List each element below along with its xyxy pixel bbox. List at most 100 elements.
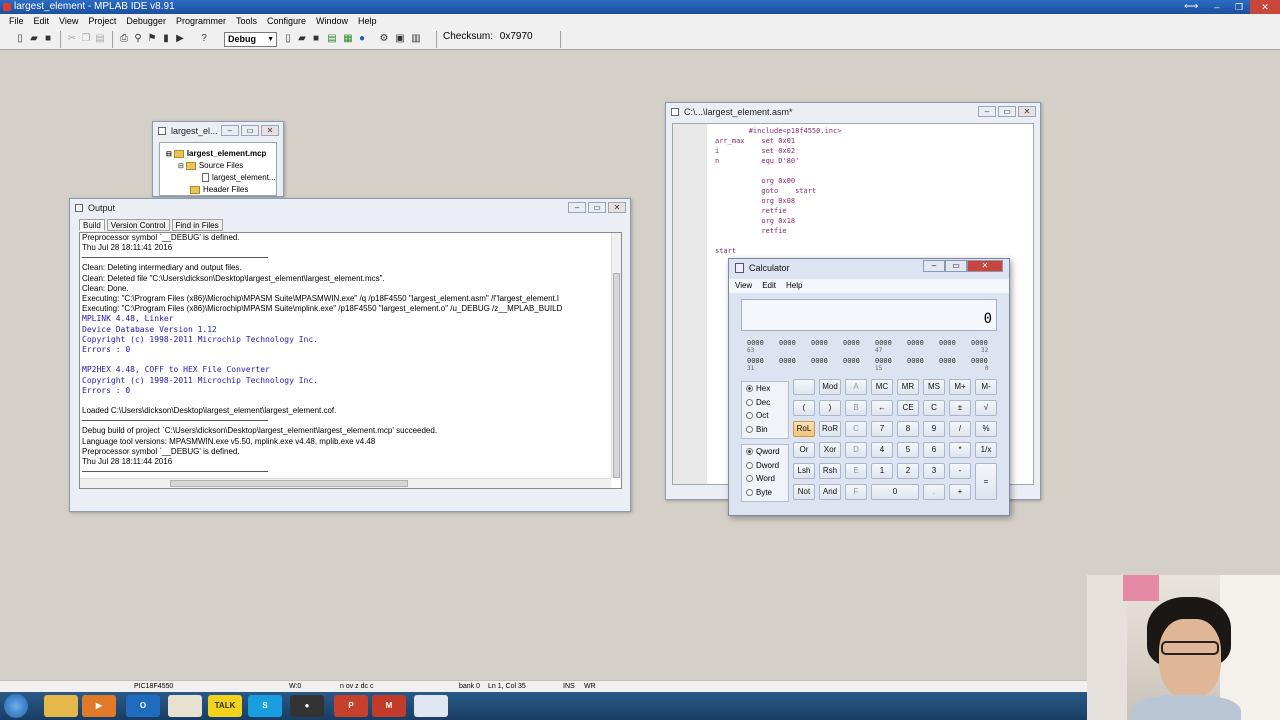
calc-key-symbol[interactable]: / — [949, 421, 971, 437]
help-icon[interactable]: ? — [198, 33, 210, 45]
calc-key-symbol[interactable]: - — [949, 463, 971, 479]
calc-key-MS[interactable]: MS — [923, 379, 945, 395]
word-radio-word[interactable]: Word — [742, 472, 788, 486]
build-config-select[interactable]: Debug ▼ — [224, 32, 277, 47]
calc-key-A[interactable]: A — [845, 379, 867, 395]
close-button[interactable]: ✕ — [967, 260, 1003, 272]
close-button[interactable]: ✕ — [608, 202, 626, 213]
media-player-icon[interactable]: ▶ — [82, 695, 116, 717]
menu-project[interactable]: Project — [83, 14, 121, 29]
menu-tools[interactable]: Tools — [231, 14, 262, 29]
calc-key-M[interactable]: M- — [975, 379, 997, 395]
calc-menu-view[interactable]: View — [735, 279, 752, 293]
output-window-titlebar[interactable]: Output — [70, 199, 630, 217]
base-radio-dec[interactable]: Dec — [742, 396, 788, 410]
calc-key-symbol[interactable]: ← — [871, 400, 893, 416]
calc-key-4[interactable]: 4 — [871, 442, 893, 458]
close-button[interactable]: ✕ — [261, 125, 279, 136]
scroll-thumb[interactable] — [170, 480, 408, 487]
outlook-icon[interactable]: O — [126, 695, 160, 717]
tab-find-in-files[interactable]: Find in Files — [171, 219, 223, 231]
new-project-icon[interactable]: ▯ — [282, 33, 294, 45]
calc-key-symbol[interactable]: = — [975, 463, 997, 500]
info-icon[interactable]: ● — [356, 33, 368, 45]
calc-key-M[interactable]: M+ — [949, 379, 971, 395]
vertical-scrollbar[interactable] — [611, 233, 621, 478]
calc-key-C[interactable]: C — [923, 400, 945, 416]
calc-key-symbol[interactable]: + — [949, 484, 971, 500]
calc-key-8[interactable]: 8 — [897, 421, 919, 437]
notepad-icon[interactable] — [414, 695, 448, 717]
start-button[interactable] — [4, 694, 28, 718]
menu-file[interactable]: File — [4, 14, 29, 29]
powerpoint-icon[interactable]: P — [334, 695, 368, 717]
tree-item-source-files[interactable]: ⊟ Source Files — [178, 161, 243, 170]
maximize-button[interactable]: ▭ — [588, 202, 606, 213]
menu-debugger[interactable]: Debugger — [121, 14, 171, 29]
calc-key-MC[interactable]: MC — [871, 379, 893, 395]
scroll-thumb[interactable] — [613, 273, 620, 478]
calc-key-CE[interactable]: CE — [897, 400, 919, 416]
calc-key-Lsh[interactable]: Lsh — [793, 463, 815, 479]
new-file-icon[interactable]: ▯ — [14, 33, 26, 45]
copy-icon[interactable]: ❐ — [80, 33, 92, 45]
calc-key-And[interactable]: And — [819, 484, 841, 500]
calc-key-Mod[interactable]: Mod — [819, 379, 841, 395]
calc-key-9[interactable]: 9 — [923, 421, 945, 437]
tree-item-project[interactable]: ⊟ largest_element.mcp — [166, 149, 266, 158]
calc-key-C[interactable]: C — [845, 421, 867, 437]
minimize-button[interactable]: – — [923, 260, 945, 272]
next-bookmark-icon[interactable]: ▶ — [174, 33, 186, 45]
save-icon[interactable]: ■ — [42, 33, 54, 45]
calc-key-7[interactable]: 7 — [871, 421, 893, 437]
maximize-button[interactable]: ▭ — [241, 125, 259, 136]
menu-configure[interactable]: Configure — [262, 14, 311, 29]
tree-item-asm-file[interactable]: largest_element... — [202, 173, 276, 183]
calc-key-F[interactable]: F — [845, 484, 867, 500]
tree-item-header-files[interactable]: Header Files — [190, 185, 248, 194]
maximize-button[interactable]: ▭ — [945, 260, 967, 272]
calc-key-3[interactable]: 3 — [923, 463, 945, 479]
calc-key-1x[interactable]: 1/x — [975, 442, 997, 458]
maximize-button[interactable]: ❒ — [1228, 0, 1250, 14]
skype-icon[interactable]: S — [248, 695, 282, 717]
calc-key-blank[interactable] — [793, 379, 815, 395]
find-icon[interactable]: ⚲ — [132, 33, 144, 45]
calc-key-Rsh[interactable]: Rsh — [819, 463, 841, 479]
calc-key-B[interactable]: B — [845, 400, 867, 416]
debug-settings-icon[interactable]: ⚙ — [378, 33, 390, 45]
calc-key-symbol[interactable]: . — [923, 484, 945, 500]
calc-key-MR[interactable]: MR — [897, 379, 919, 395]
menu-window[interactable]: Window — [311, 14, 353, 29]
calc-menu-help[interactable]: Help — [786, 279, 802, 293]
calc-key-D[interactable]: D — [845, 442, 867, 458]
maximize-button[interactable]: ▭ — [998, 106, 1016, 117]
calc-key-symbol[interactable]: √ — [975, 400, 997, 416]
chrome-icon[interactable] — [168, 695, 202, 717]
open-project-icon[interactable]: ▰ — [296, 33, 308, 45]
calc-key-6[interactable]: 6 — [923, 442, 945, 458]
word-radio-qword[interactable]: Qword — [742, 445, 788, 459]
base-radio-hex[interactable]: Hex — [742, 382, 788, 396]
make-icon[interactable]: ▤ — [326, 33, 338, 45]
obs-icon[interactable]: ● — [290, 695, 324, 717]
menu-edit[interactable]: Edit — [29, 14, 55, 29]
calc-key-1[interactable]: 1 — [871, 463, 893, 479]
kakaotalk-icon[interactable]: TALK — [208, 695, 242, 717]
base-radio-bin[interactable]: Bin — [742, 423, 788, 437]
calc-key-RoR[interactable]: RoR — [819, 421, 841, 437]
minimize-button[interactable]: – — [221, 125, 239, 136]
base-radio-oct[interactable]: Oct — [742, 409, 788, 423]
mplab-taskbar-icon[interactable]: M — [372, 695, 406, 717]
calc-key-E[interactable]: E — [845, 463, 867, 479]
calc-key-Or[interactable]: Or — [793, 442, 815, 458]
minimize-button[interactable]: – — [978, 106, 996, 117]
cut-icon[interactable]: ✂ — [66, 33, 78, 45]
print-icon[interactable]: ⎙ — [118, 33, 130, 45]
calc-key-symbol[interactable]: * — [949, 442, 971, 458]
source-code[interactable]: #include<p18f4550.inc> arr_max set 0x01 i … — [715, 126, 841, 256]
find-in-files-icon[interactable]: ⚑ — [146, 33, 158, 45]
close-button[interactable]: ✕ — [1250, 0, 1280, 14]
open-file-icon[interactable]: ▰ — [28, 33, 40, 45]
memory-icon[interactable]: ▥ — [410, 33, 422, 45]
